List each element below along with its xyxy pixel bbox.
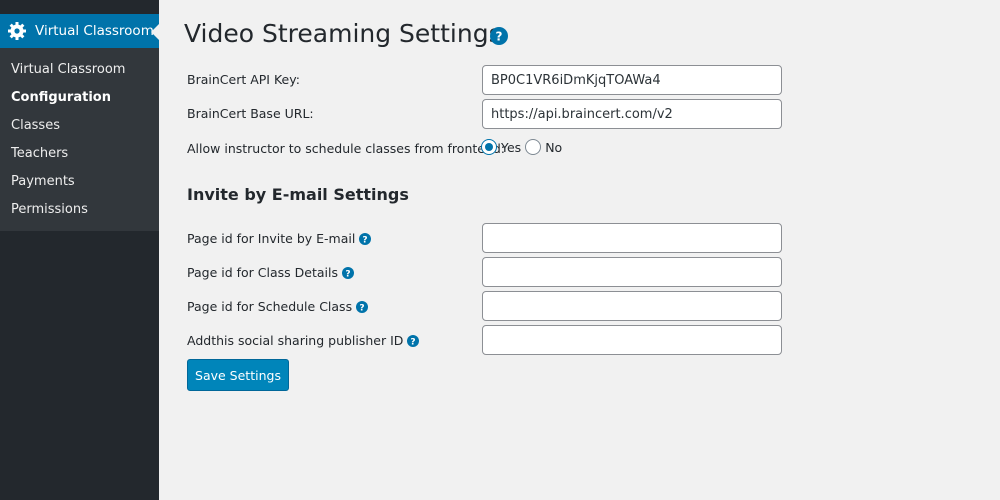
help-icon[interactable]: ? — [407, 335, 420, 347]
help-icon[interactable]: ? — [490, 27, 508, 45]
help-icon[interactable]: ? — [341, 267, 354, 279]
invite-section-title: Invite by E-mail Settings — [187, 185, 409, 204]
sidebar-item-teachers[interactable]: Teachers — [11, 146, 68, 161]
svg-text:?: ? — [411, 337, 416, 347]
sidebar-item-classes[interactable]: Classes — [11, 118, 60, 133]
save-settings-button[interactable]: Save Settings — [187, 359, 289, 391]
admin-sidebar: Virtual Classroom Virtual Classroom Conf… — [0, 0, 159, 500]
gear-icon — [8, 22, 26, 40]
sidebar-item-configuration[interactable]: Configuration — [11, 90, 111, 105]
radio-no[interactable] — [525, 139, 542, 155]
schedule-class-input[interactable] — [482, 291, 782, 321]
page-title: Video Streaming Settings — [184, 19, 502, 48]
sidebar-plugin-menu[interactable]: Virtual Classroom — [0, 14, 159, 48]
addthis-label-text: Addthis social sharing publisher ID — [187, 333, 404, 348]
base-url-label: BrainCert Base URL: — [187, 106, 314, 121]
help-icon[interactable]: ? — [359, 233, 372, 245]
sidebar-submenu: Virtual Classroom Configuration Classes … — [0, 48, 159, 231]
radio-no-label: No — [545, 139, 563, 155]
svg-text:?: ? — [363, 235, 368, 245]
api-key-input[interactable] — [482, 65, 782, 95]
sidebar-item-virtual-classroom[interactable]: Virtual Classroom — [11, 62, 125, 77]
allow-schedule-label: Allow instructor to schedule classes fro… — [187, 141, 506, 156]
addthis-input[interactable] — [482, 325, 782, 355]
svg-text:?: ? — [345, 269, 350, 279]
class-details-input[interactable] — [482, 257, 782, 287]
base-url-input[interactable] — [482, 99, 782, 129]
sidebar-item-permissions[interactable]: Permissions — [11, 202, 88, 217]
svg-text:?: ? — [359, 303, 364, 313]
invite-page-label: Page id for Invite by E-mail? — [187, 231, 372, 246]
main-content: Video Streaming Settings ? BrainCert API… — [159, 0, 1000, 500]
current-menu-arrow — [151, 24, 159, 40]
allow-schedule-radio-group: Yes No — [481, 139, 566, 155]
class-details-label: Page id for Class Details? — [187, 265, 354, 280]
invite-page-input[interactable] — [482, 223, 782, 253]
svg-text:?: ? — [496, 30, 503, 44]
schedule-class-label: Page id for Schedule Class? — [187, 299, 369, 314]
class-details-label-text: Page id for Class Details — [187, 265, 338, 280]
sidebar-item-payments[interactable]: Payments — [11, 174, 75, 189]
invite-page-label-text: Page id for Invite by E-mail — [187, 231, 356, 246]
api-key-label: BrainCert API Key: — [187, 72, 300, 87]
schedule-class-label-text: Page id for Schedule Class — [187, 299, 353, 314]
addthis-label: Addthis social sharing publisher ID? — [187, 333, 420, 348]
sidebar-plugin-title: Virtual Classroom — [35, 23, 154, 39]
radio-yes[interactable] — [481, 139, 497, 155]
radio-yes-label: Yes — [501, 139, 522, 155]
help-icon[interactable]: ? — [356, 301, 369, 313]
